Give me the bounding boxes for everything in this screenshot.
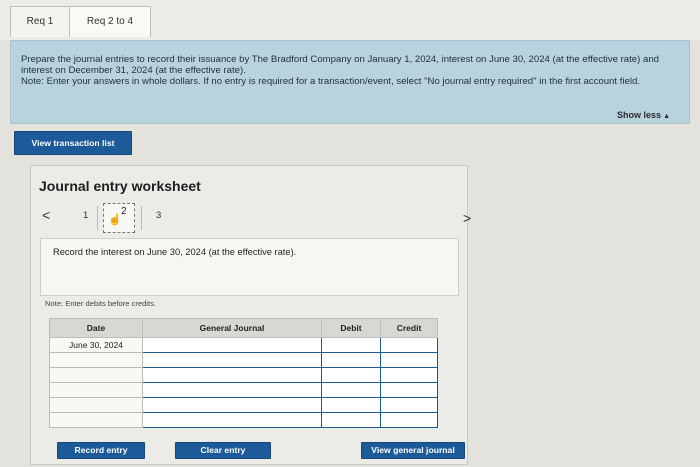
journal-entry-worksheet: Journal entry worksheet < 1 ☝ 2 3 > Reco…	[30, 165, 471, 465]
prompt-text: Prepare the journal entries to record th…	[21, 54, 660, 76]
prompt-note: Note: Enter your answers in whole dollar…	[21, 76, 640, 87]
date-cell	[49, 352, 143, 368]
clear-entry-button[interactable]: Clear entry	[175, 442, 271, 459]
record-entry-button[interactable]: Record entry	[57, 442, 145, 459]
date-cell	[49, 412, 143, 428]
debit-input[interactable]	[321, 352, 381, 368]
debit-input[interactable]	[321, 412, 381, 428]
column-header-general-journal: General Journal	[142, 318, 322, 338]
date-cell	[49, 367, 143, 383]
credit-input[interactable]	[380, 412, 438, 428]
tab-bar: Req 1 Req 2 to 4	[0, 0, 700, 40]
account-input[interactable]	[142, 352, 322, 368]
account-input[interactable]	[142, 412, 322, 428]
triangle-up-icon: ▲	[663, 113, 670, 120]
tab-req-2-to-4-label: Req 2 to 4	[86, 16, 134, 27]
debit-input[interactable]	[321, 397, 381, 413]
step-3[interactable]: 3	[156, 210, 161, 221]
credit-input[interactable]	[380, 382, 438, 398]
account-input[interactable]	[142, 337, 322, 353]
table-row: June 30, 2024	[49, 337, 438, 353]
date-cell	[49, 382, 143, 398]
step-divider	[97, 206, 98, 230]
record-entry-label: Record entry	[74, 445, 128, 455]
credit-input[interactable]	[380, 337, 438, 353]
next-arrow-icon[interactable]: >	[463, 210, 471, 226]
tab-req-2-to-4[interactable]: Req 2 to 4	[69, 6, 151, 37]
debit-input[interactable]	[321, 367, 381, 383]
show-less-toggle[interactable]: Show less ▲	[617, 110, 670, 120]
show-less-label: Show less	[617, 110, 662, 120]
tab-req-1-label: Req 1	[26, 16, 54, 27]
view-general-journal-label: View general journal	[371, 445, 455, 455]
view-transaction-list-label: View transaction list	[31, 138, 115, 148]
step-1[interactable]: 1	[83, 210, 88, 221]
step-2-label: 2	[121, 206, 127, 217]
view-general-journal-button[interactable]: View general journal	[361, 442, 465, 459]
debits-note: Note: Enter debits before credits.	[45, 299, 157, 308]
date-cell	[49, 397, 143, 413]
worksheet-title: Journal entry worksheet	[39, 178, 201, 194]
table-row	[49, 382, 438, 398]
account-input[interactable]	[142, 397, 322, 413]
view-transaction-list-button[interactable]: View transaction list	[14, 131, 132, 155]
credit-input[interactable]	[380, 352, 438, 368]
tab-req-1[interactable]: Req 1	[10, 6, 70, 37]
table-row	[49, 412, 438, 428]
journal-table: Date General Journal Debit Credit June 3…	[49, 318, 438, 428]
entry-instruction: Record the interest on June 30, 2024 (at…	[40, 238, 459, 296]
table-row	[49, 397, 438, 413]
previous-arrow-icon[interactable]: <	[42, 207, 50, 223]
date-cell: June 30, 2024	[49, 337, 143, 353]
account-input[interactable]	[142, 367, 322, 383]
column-header-debit: Debit	[321, 318, 381, 338]
question-prompt: Prepare the journal entries to record th…	[10, 40, 690, 124]
clear-entry-label: Clear entry	[200, 445, 246, 455]
account-input[interactable]	[142, 382, 322, 398]
step-divider	[141, 206, 142, 230]
table-row	[49, 367, 438, 383]
hand-pointer-icon: ☝	[108, 214, 122, 226]
debit-input[interactable]	[321, 337, 381, 353]
column-header-credit: Credit	[380, 318, 438, 338]
column-header-date: Date	[49, 318, 143, 338]
credit-input[interactable]	[380, 397, 438, 413]
entry-instruction-text: Record the interest on June 30, 2024 (at…	[53, 247, 297, 257]
debit-input[interactable]	[321, 382, 381, 398]
table-row	[49, 352, 438, 368]
credit-input[interactable]	[380, 367, 438, 383]
step-2-current[interactable]: ☝ 2	[103, 203, 135, 233]
